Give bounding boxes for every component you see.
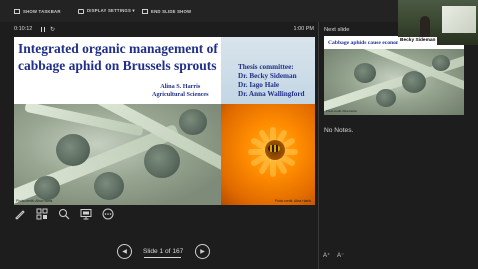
decrease-font-button[interactable]: A⁻ [337,252,344,259]
brussels-sprouts-photo: Photo credit: Alina Harris [14,104,221,205]
slide-navigation: ◀ Slide 1 of 167 ▶ [117,244,211,260]
show-taskbar-label: SHOW TASKBAR [23,8,61,14]
author-block: Alina S. Harris Agricultural Sciences [152,83,209,98]
monitor-icon [78,8,84,14]
next-slide-credit: Photo credit: Alina Harris [326,109,357,113]
show-taskbar-button[interactable]: SHOW TASKBAR [14,6,61,16]
reset-timer-icon[interactable]: ↻ [50,26,55,33]
slide-counter-underline [144,257,181,258]
projector-screen [442,6,476,33]
committee-member: Dr. Iago Hale [238,81,280,89]
presenter-figure [420,16,430,38]
more-options-icon[interactable] [102,208,114,220]
pane-divider[interactable] [318,22,319,269]
speaker-notes[interactable]: No Notes. [324,127,353,134]
display-settings-label: DISPLAY SETTINGS ▾ [87,8,135,13]
webcam-name-label: Becky Sideman [398,37,438,45]
bee-icon [268,145,280,152]
end-slide-show-label: END SLIDE SHOW [151,8,192,14]
next-slide-thumbnail[interactable]: Cabbage aphids cause economic damage to.… [324,36,464,115]
slide-tools [14,208,124,222]
all-slides-icon[interactable] [36,208,48,220]
previous-slide-button[interactable]: ◀ [117,244,132,259]
elapsed-timer: 0:10:12 [14,26,33,32]
end-slide-show-button[interactable]: END SLIDE SHOW [142,6,191,16]
zoom-icon[interactable] [58,208,70,220]
notes-font-controls: A⁺ A⁻ [323,252,353,262]
next-slide-photo: Photo credit: Alina Harris [324,49,464,115]
timer-row: 0:10:12 ↻ 1:00 PM [14,26,314,36]
slide-counter[interactable]: Slide 1 of 167 [143,248,183,255]
committee-member: Dr. Anna Wallingford [238,90,305,98]
photo-credit-left: Photo credit: Alina Harris [16,199,53,203]
taskbar-icon [14,8,20,14]
next-arrow-icon: ▶ [200,249,205,255]
photo-credit-right: Photo credit: Alina Harris [274,199,311,203]
current-time: 1:00 PM [293,26,314,32]
author-dept: Agricultural Sciences [152,90,209,98]
next-slide-label: Next slide [324,27,350,33]
pause-timer-icon[interactable] [41,26,45,32]
display-settings-button[interactable]: DISPLAY SETTINGS ▾ [78,6,135,16]
slide-right-column: Thesis committee: Dr. Becky Sideman Dr. … [221,37,315,205]
prev-arrow-icon: ◀ [122,249,127,255]
next-slide-button[interactable]: ▶ [195,244,210,259]
committee-heading: Thesis committee: [238,63,294,71]
current-slide[interactable]: Integrated organic management of cabbage… [14,37,315,205]
end-show-icon [142,8,148,14]
increase-font-button[interactable]: A⁺ [323,252,330,259]
black-screen-icon[interactable] [80,208,92,220]
committee-member: Dr. Becky Sideman [238,72,297,80]
committee-block: Thesis committee: Dr. Becky Sideman Dr. … [238,63,305,99]
author-name: Alina S. Harris [160,83,201,90]
flower-photo: Photo credit: Alina Harris [221,104,315,205]
slide-title: Integrated organic management of cabbage… [18,41,218,73]
pen-icon[interactable] [14,208,26,220]
